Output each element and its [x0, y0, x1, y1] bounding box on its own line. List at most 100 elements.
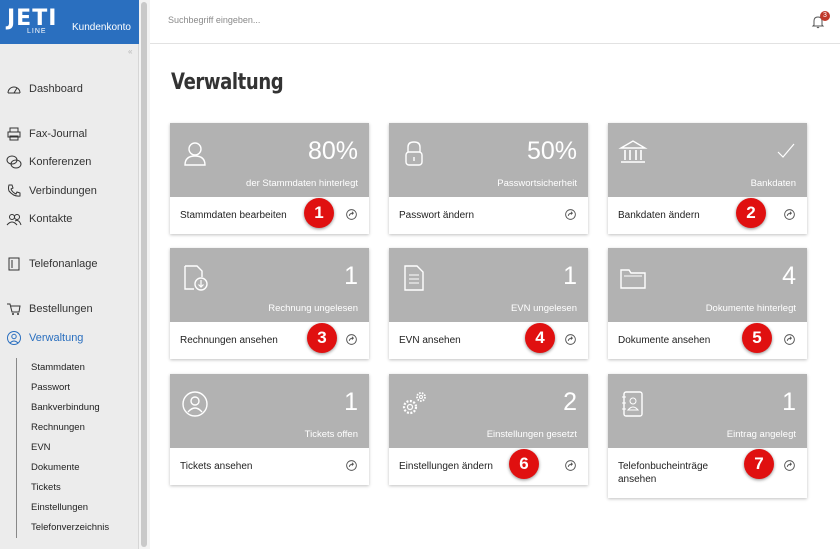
phone-icon — [8, 184, 21, 197]
sidebar-item-label: Kontakte — [29, 213, 73, 225]
arrow-circle-icon[interactable] — [565, 460, 576, 471]
card-caption: EVN ungelesen — [510, 303, 577, 314]
sidebar-item-label: Bestellungen — [29, 303, 93, 315]
card-value: 2 — [563, 388, 577, 416]
sidebar-item-konferenzen[interactable]: Konferenzen — [6, 153, 91, 171]
cart-icon — [7, 303, 21, 315]
collapse-sidebar-icon[interactable]: « — [128, 47, 132, 56]
sidebar-item-label: Telefonanlage — [29, 258, 98, 270]
card-action[interactable]: Rechnungen ansehen — [170, 322, 369, 359]
sidebar-item-label: Dashboard — [29, 83, 83, 95]
arrow-circle-icon[interactable] — [565, 209, 576, 220]
submenu-verwaltung: Stammdaten Passwort Bankverbindung Rechn… — [16, 358, 136, 538]
submenu-item-telefonverzeichnis[interactable]: Telefonverzeichnis — [17, 518, 136, 538]
card-stammdaten: 80% der Stammdaten hinterlegt Stammdaten… — [170, 123, 369, 234]
card-action-label: Telefonbucheinträge ansehen — [618, 461, 709, 485]
card-action[interactable]: EVN ansehen — [389, 322, 588, 359]
arrow-circle-icon[interactable] — [346, 460, 357, 471]
submenu-item-dokumente[interactable]: Dokumente — [17, 458, 136, 478]
notification-badge: 3 — [820, 11, 830, 21]
annotation-badge-6: 6 — [509, 449, 539, 479]
annotation-badge-4: 4 — [525, 323, 555, 353]
printer-icon — [7, 127, 21, 141]
card-header: 50% Passwortsicherheit — [389, 123, 588, 197]
card-caption: Dokumente hinterlegt — [705, 303, 796, 314]
user-circle-icon — [7, 331, 21, 345]
scrollbar-thumb[interactable] — [141, 2, 147, 547]
card-action-label: Rechnungen ansehen — [180, 335, 278, 346]
document-icon — [404, 265, 424, 291]
folder-icon — [620, 269, 646, 289]
card-header: 1 Rechnung ungelesen — [170, 248, 369, 322]
card-action[interactable]: Einstellungen ändern — [389, 448, 588, 485]
card-action[interactable]: Bankdaten ändern — [608, 197, 807, 234]
card-passwort: 50% Passwortsicherheit Passwort ändern — [389, 123, 588, 234]
card-value: 50% — [526, 137, 577, 165]
arrow-circle-icon[interactable] — [346, 209, 357, 220]
sidebar-item-verwaltung[interactable]: Verwaltung — [6, 329, 83, 347]
sidebar-item-label: Verwaltung — [29, 332, 84, 344]
sidebar-item-dashboard[interactable]: Dashboard — [6, 80, 83, 98]
card-header: Bankdaten — [608, 123, 807, 197]
card-value: 1 — [344, 388, 358, 416]
submenu-item-evn[interactable]: EVN — [17, 438, 136, 458]
card-telefonbuch: 1 Eintrag angelegt Telefonbucheinträge a… — [608, 374, 807, 498]
topbar: 3 — [150, 0, 840, 44]
annotation-badge-3: 3 — [307, 323, 337, 353]
card-header: 4 Dokumente hinterlegt — [608, 248, 807, 322]
submenu-item-tickets[interactable]: Tickets — [17, 478, 136, 498]
submenu-item-bankverbindung[interactable]: Bankverbindung — [17, 398, 136, 418]
card-action[interactable]: Telefonbucheinträge ansehen — [608, 448, 807, 498]
search-input[interactable] — [168, 15, 468, 25]
card-action[interactable]: Passwort ändern — [389, 197, 588, 234]
card-einstellungen: 2 Einstellungen gesetzt Einstellungen än… — [389, 374, 588, 485]
card-header: 80% der Stammdaten hinterlegt — [170, 123, 369, 197]
card-header: 1 Tickets offen — [170, 374, 369, 448]
brand-logo[interactable]: JETI LINE Kundenkonto — [0, 0, 139, 44]
sidebar-scrollbar[interactable] — [139, 0, 150, 549]
sidebar-item-label: Verbindungen — [29, 185, 97, 197]
submenu-item-einstellungen[interactable]: Einstellungen — [17, 498, 136, 518]
phonebook-icon — [622, 391, 643, 417]
annotation-badge-7: 7 — [744, 449, 774, 479]
card-action-label: Einstellungen ändern — [399, 461, 493, 472]
card-action[interactable]: Tickets ansehen — [170, 448, 369, 485]
sidebar: JETI LINE Kundenkonto « Dashboard Fax-Jo… — [0, 0, 139, 549]
card-tickets: 1 Tickets offen Tickets ansehen — [170, 374, 369, 485]
brand-title: Kundenkonto — [72, 22, 131, 33]
card-caption: Tickets offen — [304, 429, 358, 440]
card-header: 2 Einstellungen gesetzt — [389, 374, 588, 448]
card-action[interactable]: Dokumente ansehen — [608, 322, 807, 359]
card-value: 1 — [782, 388, 796, 416]
arrow-circle-icon[interactable] — [784, 460, 795, 471]
card-action-label: Bankdaten ändern — [618, 210, 700, 221]
card-caption: Einstellungen gesetzt — [486, 429, 577, 440]
phone-system-icon — [8, 257, 20, 271]
submenu-item-rechnungen[interactable]: Rechnungen — [17, 418, 136, 438]
sidebar-item-fax-journal[interactable]: Fax-Journal — [6, 125, 87, 143]
sidebar-item-verbindungen[interactable]: Verbindungen — [6, 182, 97, 200]
arrow-circle-icon[interactable] — [784, 334, 795, 345]
card-action-label: Passwort ändern — [399, 210, 475, 221]
arrow-circle-icon[interactable] — [346, 334, 357, 345]
gears-icon — [402, 392, 426, 415]
card-dokumente: 4 Dokumente hinterlegt Dokumente ansehen — [608, 248, 807, 359]
page-title: Verwaltung — [171, 70, 284, 95]
annotation-badge-5: 5 — [742, 323, 772, 353]
submenu-item-stammdaten[interactable]: Stammdaten — [17, 358, 136, 378]
card-caption: Rechnung ungelesen — [268, 303, 358, 314]
submenu-item-passwort[interactable]: Passwort — [17, 378, 136, 398]
sidebar-item-kontakte[interactable]: Kontakte — [6, 210, 72, 228]
card-bankdaten: Bankdaten Bankdaten ändern — [608, 123, 807, 234]
arrow-circle-icon[interactable] — [565, 334, 576, 345]
logo-text: JETI — [7, 6, 58, 31]
sidebar-item-bestellungen[interactable]: Bestellungen — [6, 300, 93, 318]
card-action-label: EVN ansehen — [399, 335, 461, 346]
card-action-label: Dokumente ansehen — [618, 335, 711, 346]
card-action[interactable]: Stammdaten bearbeiten — [170, 197, 369, 234]
card-header: 1 EVN ungelesen — [389, 248, 588, 322]
arrow-circle-icon[interactable] — [784, 209, 795, 220]
invoice-download-icon — [184, 265, 208, 291]
annotation-badge-1: 1 — [304, 198, 334, 228]
sidebar-item-telefonanlage[interactable]: Telefonanlage — [6, 255, 98, 273]
